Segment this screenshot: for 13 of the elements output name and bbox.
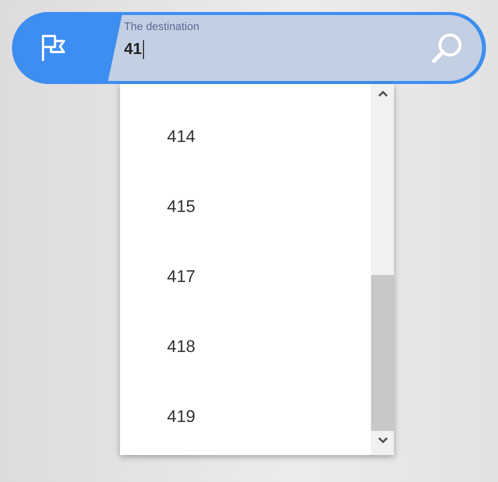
suggestion-item[interactable]: 414 bbox=[120, 122, 267, 192]
destination-field[interactable]: The destination 41 bbox=[108, 15, 482, 81]
text-cursor bbox=[142, 40, 144, 59]
scroll-up-icon[interactable] bbox=[378, 90, 388, 97]
flag-icon[interactable] bbox=[40, 33, 66, 63]
scrollbar-thumb[interactable] bbox=[371, 275, 394, 431]
suggestion-item[interactable]: 415 bbox=[120, 192, 267, 262]
suggestion-item[interactable]: 419 bbox=[120, 402, 267, 472]
scroll-down-icon[interactable] bbox=[378, 437, 388, 444]
scrollbar[interactable] bbox=[371, 84, 394, 455]
suggestion-item[interactable]: 417 bbox=[120, 262, 267, 332]
field-label: The destination bbox=[124, 21, 200, 33]
suggestion-item[interactable]: 418 bbox=[120, 332, 267, 402]
